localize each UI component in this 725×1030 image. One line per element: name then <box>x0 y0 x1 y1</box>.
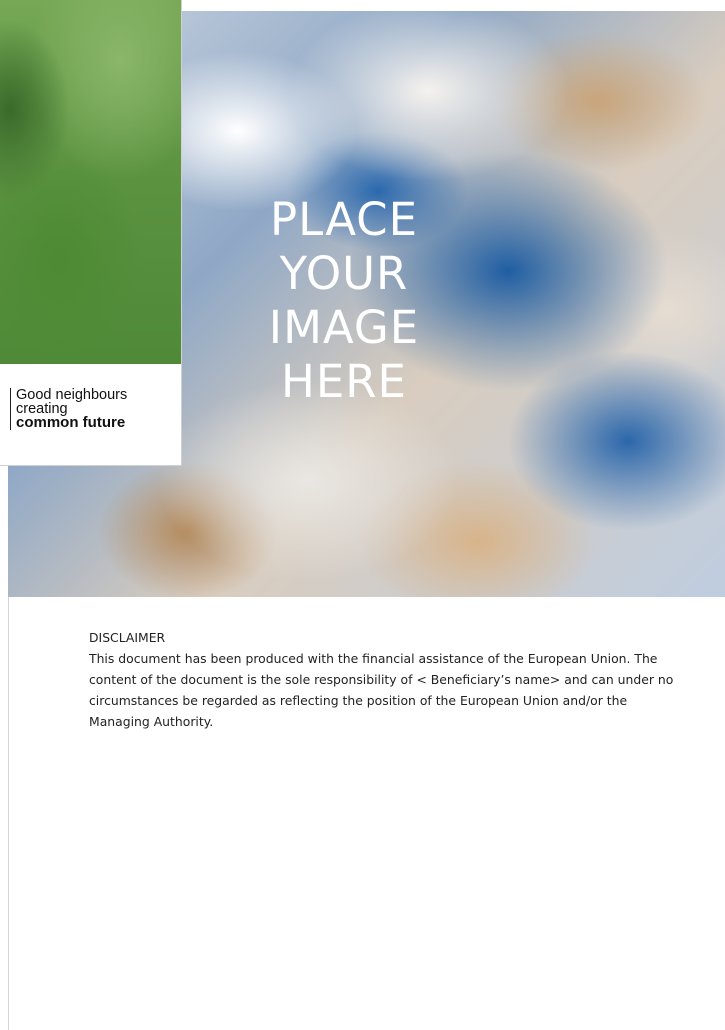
tagline-line-1: Good neighbours <box>16 387 128 403</box>
placeholder-line-2: YOUR <box>279 247 409 300</box>
disclaimer-heading: DISCLAIMER <box>89 630 166 645</box>
green-photo <box>0 0 182 364</box>
placeholder-line-4: HERE <box>281 355 407 408</box>
image-placeholder-text: PLACE YOUR IMAGE HERE <box>244 193 444 409</box>
tagline-line-3: common future <box>16 414 126 431</box>
tagline: Good neighbours creating common future <box>10 388 127 430</box>
disclaimer: DISCLAIMER This document has been produc… <box>89 627 689 732</box>
placeholder-line-3: IMAGE <box>268 301 420 354</box>
placeholder-line-1: PLACE <box>269 193 419 246</box>
tagline-box: Good neighbours creating common future <box>0 364 182 466</box>
disclaimer-body: This document has been produced with the… <box>89 651 674 729</box>
